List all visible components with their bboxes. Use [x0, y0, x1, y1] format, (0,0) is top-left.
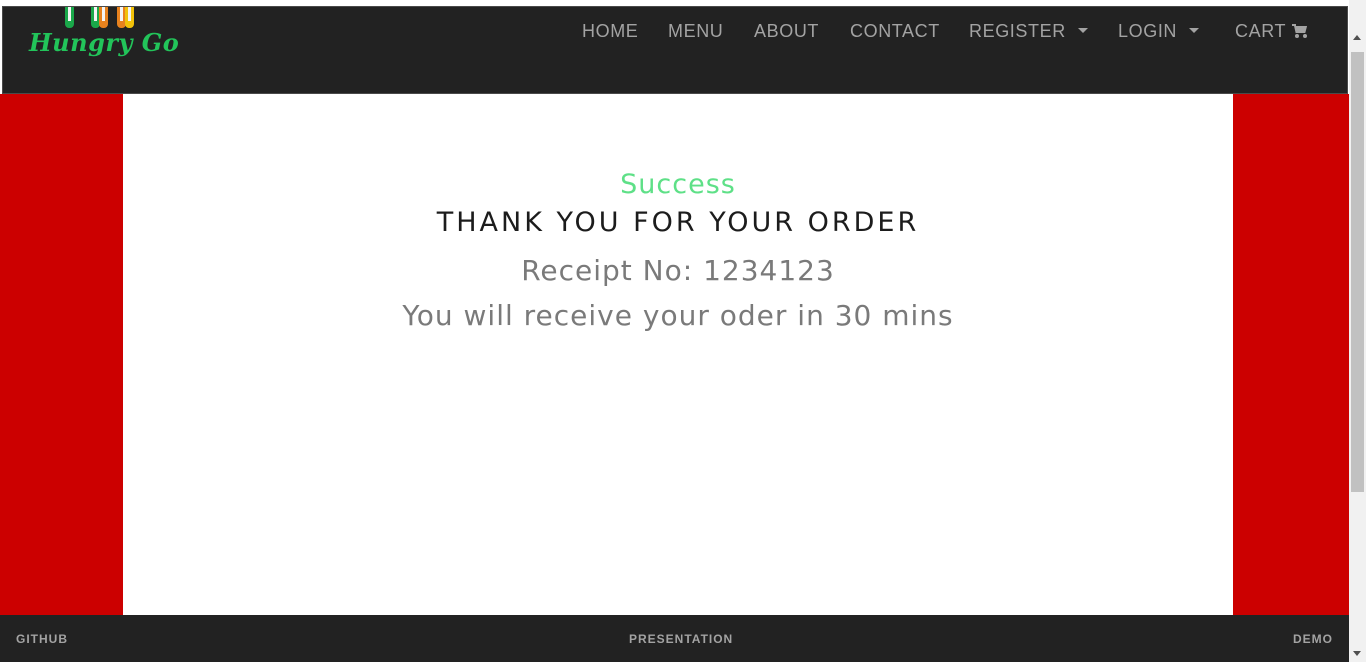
nav-register-label: REGISTER: [969, 21, 1066, 41]
brand-name: Hungry Go: [29, 28, 180, 57]
caret-down-icon: [1077, 28, 1088, 33]
nav-about-link[interactable]: ABOUT: [754, 21, 819, 45]
navbar: Hungry Go HOME MENU ABOUT CONTACT REGIST…: [2, 6, 1348, 94]
nav-login-label: LOGIN: [1118, 21, 1178, 41]
nav-home-link[interactable]: HOME: [582, 21, 638, 45]
logo-bar-icon: [65, 7, 74, 28]
order-confirmation: Success THANK YOU FOR YOUR ORDER Receipt…: [123, 94, 1233, 615]
scroll-thumb[interactable]: [1351, 52, 1364, 492]
logo-bar-icon: [125, 7, 134, 28]
receipt-number: Receipt No: 1234123: [521, 254, 835, 287]
footer-github-link[interactable]: GITHUB: [16, 632, 68, 646]
delivery-eta: You will receive your oder in 30 mins: [402, 299, 954, 332]
nav-cart-link[interactable]: CART: [1235, 21, 1308, 45]
footer: GITHUB PRESENTATION DEMO: [0, 615, 1349, 662]
nav-login-dropdown[interactable]: LOGIN: [1118, 21, 1200, 45]
scroll-down-arrow-icon[interactable]: [1353, 651, 1361, 656]
nav-register-dropdown[interactable]: REGISTER: [969, 21, 1088, 45]
footer-presentation-link[interactable]: PRESENTATION: [629, 632, 733, 646]
nav-cart-label: CART: [1235, 21, 1287, 41]
order-status: Success: [620, 169, 736, 200]
shopping-cart-icon: [1292, 24, 1308, 38]
left-side-panel: [0, 94, 123, 615]
right-side-panel: [1233, 94, 1349, 615]
caret-down-icon: [1189, 28, 1200, 33]
footer-demo-link[interactable]: DEMO: [1293, 632, 1333, 646]
nav-menu-link[interactable]: MENU: [668, 21, 723, 45]
logo-bar-icon: [99, 7, 108, 28]
brand-logo[interactable]: Hungry Go: [29, 7, 179, 69]
vertical-scrollbar[interactable]: [1349, 0, 1366, 662]
thank-you-heading: THANK YOU FOR YOUR ORDER: [436, 207, 920, 238]
scroll-up-arrow-icon[interactable]: [1353, 35, 1361, 40]
nav-contact-link[interactable]: CONTACT: [850, 21, 940, 45]
